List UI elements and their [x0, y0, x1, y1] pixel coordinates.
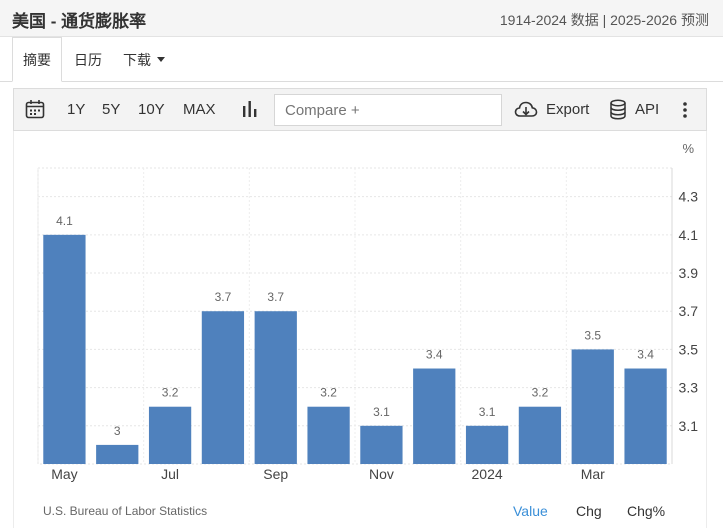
data-label: 4.1 [56, 214, 73, 228]
data-label: 3.5 [584, 328, 601, 342]
bar-2023-12[interactable] [413, 368, 456, 464]
chart-container: 4.1 3 3.2 3.7 3.7 3.2 3.1 3.4 3.1 3.2 3.5 3.4 3.1 3.… [13, 131, 707, 528]
data-label: 3 [114, 424, 121, 438]
y-tick-label: 3.5 [679, 341, 699, 357]
page-header: 美国 - 通货膨胀率 1914-2024 数据 | 2025-2026 预测 [0, 0, 723, 37]
bar-2023-08[interactable] [201, 311, 245, 464]
x-tick-label: May [51, 466, 77, 482]
data-label: 3.2 [320, 386, 337, 400]
y-tick-label: 3.7 [679, 303, 699, 319]
x-tick-label: 2024 [472, 466, 503, 482]
data-label: 3.1 [479, 405, 496, 419]
data-label: 3.2 [532, 386, 549, 400]
chart-type-icon[interactable] [241, 100, 259, 122]
y-axis-unit-label: % [682, 141, 694, 156]
y-tick-label: 3.9 [679, 265, 699, 281]
bar-2023-10[interactable] [307, 406, 350, 464]
more-options-icon[interactable] [682, 101, 688, 123]
tab-summary[interactable]: 摘要 [12, 37, 62, 82]
tab-calendar-label: 日历 [74, 52, 102, 68]
data-range-info: 1914-2024 数据 | 2025-2026 预测 [499, 12, 709, 28]
tab-download-label: 下载 [123, 52, 151, 68]
data-label: 3.4 [426, 348, 443, 362]
period-max-button[interactable]: MAX [183, 101, 216, 118]
tab-bar: 摘要 日历 下载 [0, 37, 723, 82]
inflation-bar-chart: 4.1 3 3.2 3.7 3.7 3.2 3.1 3.4 3.1 3.2 3.5 3.4 3.1 3.… [37, 141, 699, 482]
cloud-download-icon[interactable] [514, 100, 538, 124]
bar-2024-04[interactable] [624, 368, 667, 464]
data-label: 3.4 [637, 348, 654, 362]
tab-download[interactable]: 下载 [123, 50, 165, 70]
bar-2023-05[interactable] [43, 234, 86, 464]
bar-2023-11[interactable] [360, 425, 403, 464]
period-10y-button[interactable]: 10Y [138, 101, 165, 118]
tab-summary-label: 摘要 [23, 52, 51, 68]
compare-input[interactable] [274, 94, 502, 126]
x-tick-label: Nov [369, 466, 394, 482]
database-icon[interactable] [609, 99, 627, 124]
data-label: 3.7 [267, 290, 284, 304]
bar-2023-06[interactable] [96, 444, 139, 464]
data-source: U.S. Bureau of Labor Statistics [43, 504, 208, 518]
x-tick-label: Mar [581, 466, 605, 482]
tab-calendar[interactable]: 日历 [74, 50, 102, 70]
view-mode-chg[interactable]: Chg [576, 503, 602, 519]
y-tick-label: 4.3 [679, 189, 699, 205]
period-1y-button[interactable]: 1Y [67, 101, 85, 118]
export-button[interactable]: Export [546, 101, 589, 118]
period-5y-button[interactable]: 5Y [102, 101, 120, 118]
data-label: 3.7 [215, 290, 232, 304]
api-button[interactable]: API [635, 101, 659, 118]
y-tick-label: 4.1 [679, 227, 699, 243]
chart-toolbar: 1Y 5Y 10Y MAX Export API [13, 88, 707, 131]
view-mode-value[interactable]: Value [513, 503, 548, 519]
view-mode-chg-percent[interactable]: Chg% [627, 503, 665, 519]
page-title: 美国 - 通货膨胀率 [12, 12, 147, 31]
x-tick-label: Jul [161, 466, 179, 482]
y-tick-label: 3.3 [679, 380, 699, 396]
x-tick-label: Sep [263, 466, 288, 482]
data-label: 3.2 [162, 386, 179, 400]
bar-2024-01[interactable] [465, 425, 509, 464]
y-tick-label: 3.1 [679, 418, 699, 434]
bar-2024-02[interactable] [518, 406, 562, 464]
bar-2023-07[interactable] [148, 406, 192, 464]
bar-2024-03[interactable] [571, 349, 614, 464]
caret-down-icon [157, 56, 165, 62]
bar-2023-09[interactable] [254, 311, 297, 464]
calendar-icon[interactable] [25, 99, 45, 123]
data-label: 3.1 [373, 405, 390, 419]
